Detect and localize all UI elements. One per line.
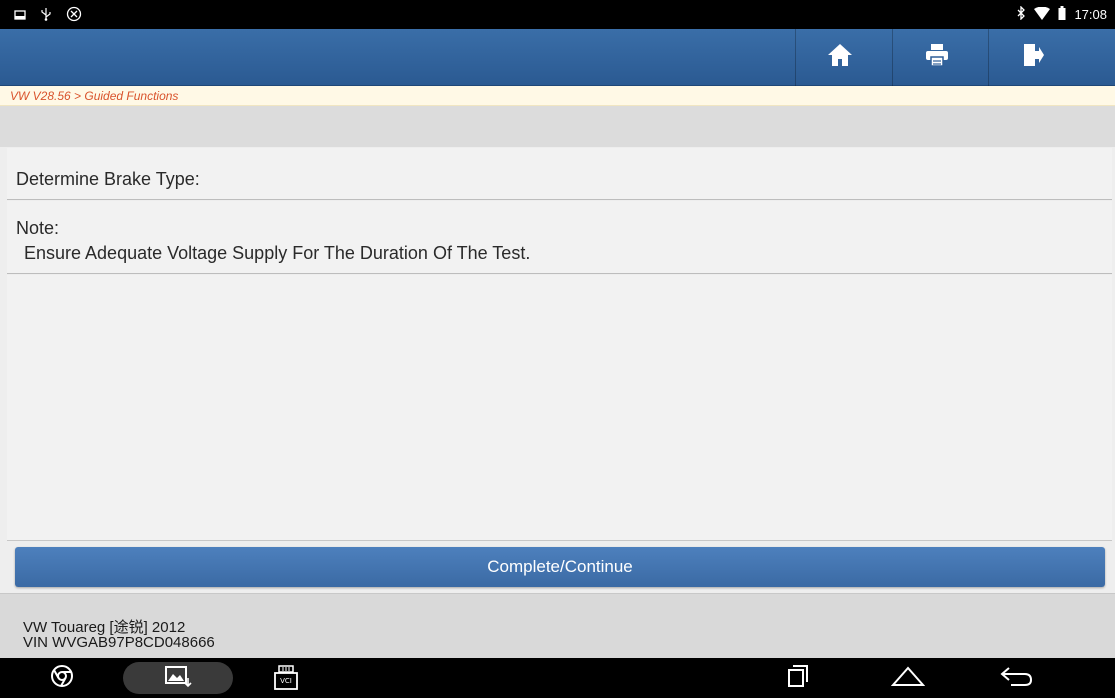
- app-notification-icon: [66, 6, 82, 27]
- procedure-title: Determine Brake Type:: [16, 169, 200, 189]
- brake-type-panel: Determine Brake Type:: [7, 148, 1112, 200]
- back-button[interactable]: [994, 658, 1038, 698]
- usb-icon: [40, 7, 52, 26]
- battery-icon: [1058, 6, 1066, 23]
- print-button[interactable]: [892, 29, 982, 86]
- vci-label: VCI: [280, 677, 292, 685]
- bluetooth-icon: [1016, 5, 1026, 23]
- chrome-icon: [50, 664, 74, 693]
- wifi-icon: [1034, 6, 1051, 23]
- recent-apps-button[interactable]: [775, 658, 819, 698]
- note-text: Ensure Adequate Voltage Supply For The D…: [24, 243, 531, 263]
- content-area: [7, 275, 1112, 541]
- home-nav-button[interactable]: [886, 658, 930, 698]
- exit-button[interactable]: [988, 29, 1078, 86]
- status-bar: 17:08: [0, 0, 1115, 29]
- screenshot-icon: [14, 8, 26, 26]
- home-nav-icon: [890, 665, 926, 692]
- gallery-icon: [164, 664, 192, 693]
- status-right: 17:08: [1016, 5, 1107, 23]
- chrome-button[interactable]: [40, 658, 84, 698]
- vehicle-info: VW Touareg [途锐] 2012 VIN WVGAB97P8CD0486…: [0, 593, 1115, 658]
- complete-continue-label: Complete/Continue: [487, 557, 633, 576]
- app-screen: 17:08 VW V28.56 > Guided Functions Deter…: [0, 0, 1115, 698]
- breadcrumb-text: VW V28.56 > Guided Functions: [10, 89, 179, 103]
- status-time: 17:08: [1074, 7, 1107, 22]
- print-icon: [925, 43, 949, 72]
- vci-icon: VCI: [274, 665, 298, 691]
- vehicle-vin: VIN WVGAB97P8CD048666: [23, 634, 215, 651]
- vci-button[interactable]: VCI: [264, 658, 308, 698]
- gallery-button[interactable]: [156, 658, 200, 698]
- status-left: [14, 6, 82, 27]
- app-toolbar: [0, 29, 1115, 86]
- complete-continue-button[interactable]: Complete/Continue: [15, 547, 1105, 587]
- exit-icon: [1022, 43, 1044, 72]
- header-band: [0, 106, 1115, 147]
- breadcrumb: VW V28.56 > Guided Functions: [0, 86, 1115, 106]
- navigation-bar: VCI: [0, 658, 1115, 698]
- home-icon: [827, 43, 853, 72]
- back-icon: [999, 665, 1033, 692]
- note-label: Note:: [16, 218, 60, 238]
- recent-apps-icon: [785, 664, 809, 693]
- note-panel: Note: Ensure Adequate Voltage Supply For…: [7, 201, 1112, 274]
- home-button[interactable]: [795, 29, 885, 86]
